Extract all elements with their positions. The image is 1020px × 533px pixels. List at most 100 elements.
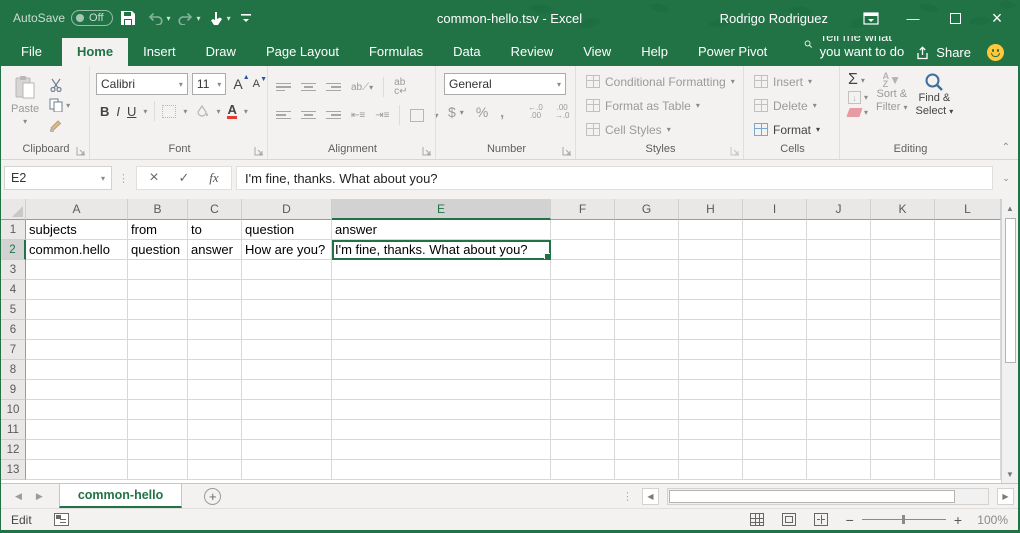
cell-C5[interactable] [188,300,242,320]
cell-J5[interactable] [807,300,871,320]
cell-A1[interactable]: subjects [26,220,128,240]
cell-L11[interactable] [935,420,1001,440]
cell-D6[interactable] [242,320,332,340]
cell-E5[interactable] [332,300,551,320]
font-size-combo[interactable]: 11 ▾ [192,73,226,95]
cell-C4[interactable] [188,280,242,300]
cell-I5[interactable] [743,300,807,320]
cell-K10[interactable] [871,400,935,420]
column-header-E[interactable]: E [332,199,551,220]
column-header-D[interactable]: D [242,199,332,220]
row-header-5[interactable]: 5 [1,300,26,320]
cell-I6[interactable] [743,320,807,340]
row-header-11[interactable]: 11 [1,420,26,440]
cell-F3[interactable] [551,260,615,280]
cell-I2[interactable] [743,240,807,260]
cell-L9[interactable] [935,380,1001,400]
copy-button[interactable]: ▾ [49,97,70,113]
cell-H4[interactable] [679,280,743,300]
cell-J13[interactable] [807,460,871,480]
accounting-format-button[interactable]: $ [448,104,456,120]
cell-E13[interactable] [332,460,551,480]
row-header-2[interactable]: 2 [1,240,26,260]
cell-G5[interactable] [615,300,679,320]
cell-A2[interactable]: common.hello [26,240,128,260]
cell-A12[interactable] [26,440,128,460]
paste-dropdown[interactable]: ▾ [23,117,27,126]
cell-J10[interactable] [807,400,871,420]
column-header-G[interactable]: G [615,199,679,220]
cell-H6[interactable] [679,320,743,340]
cell-K12[interactable] [871,440,935,460]
column-header-K[interactable]: K [871,199,935,220]
account-user-name[interactable]: Rodrigo Rodriguez [720,11,828,26]
row-header-7[interactable]: 7 [1,340,26,360]
page-layout-view-button[interactable] [782,513,796,526]
decrease-indent-button[interactable]: ⇤≡ [351,111,365,120]
cell-E7[interactable] [332,340,551,360]
redo-button[interactable] [173,5,199,31]
tab-formulas[interactable]: Formulas [354,38,438,66]
increase-indent-button[interactable]: ⇥≡ [375,111,389,120]
middle-align-button[interactable] [301,83,316,92]
font-dialog-launcher[interactable] [254,146,264,156]
cell-L5[interactable] [935,300,1001,320]
cell-L2[interactable] [935,240,1001,260]
cell-L3[interactable] [935,260,1001,280]
cell-B5[interactable] [128,300,188,320]
column-header-I[interactable]: I [743,199,807,220]
vertical-scrollbar[interactable]: ▲ ▼ [1001,199,1018,483]
cell-C11[interactable] [188,420,242,440]
tab-draw[interactable]: Draw [191,38,251,66]
name-box-dropdown[interactable]: ▾ [101,174,105,183]
column-header-F[interactable]: F [551,199,615,220]
cell-H3[interactable] [679,260,743,280]
styles-dialog-launcher[interactable] [730,146,740,156]
cell-E10[interactable] [332,400,551,420]
increase-font-size-button[interactable]: A▲ [230,76,245,92]
cell-J3[interactable] [807,260,871,280]
cell-D4[interactable] [242,280,332,300]
format-as-table-button[interactable]: Format as Table▾ [586,95,735,116]
cell-K9[interactable] [871,380,935,400]
cell-L12[interactable] [935,440,1001,460]
cell-J11[interactable] [807,420,871,440]
cell-H5[interactable] [679,300,743,320]
cell-F2[interactable] [551,240,615,260]
number-format-combo[interactable]: General ▾ [444,73,566,95]
cell-G3[interactable] [615,260,679,280]
cell-I3[interactable] [743,260,807,280]
tab-insert[interactable]: Insert [128,38,191,66]
cell-D13[interactable] [242,460,332,480]
cell-D10[interactable] [242,400,332,420]
column-header-L[interactable]: L [935,199,1001,220]
tab-page-layout[interactable]: Page Layout [251,38,354,66]
undo-button[interactable] [143,5,169,31]
cell-D7[interactable] [242,340,332,360]
formula-bar-resize-handle[interactable]: ⋮ [116,172,132,185]
cell-B9[interactable] [128,380,188,400]
tab-review[interactable]: Review [496,38,569,66]
font-color-dropdown[interactable]: ▾ [244,107,248,116]
cell-F9[interactable] [551,380,615,400]
cell-D3[interactable] [242,260,332,280]
cell-K8[interactable] [871,360,935,380]
customize-qat-button[interactable] [233,5,259,31]
cell-K5[interactable] [871,300,935,320]
cell-A6[interactable] [26,320,128,340]
cell-B1[interactable]: from [128,220,188,240]
cell-C13[interactable] [188,460,242,480]
increase-decimal-button[interactable]: ←.0.00 [528,104,543,120]
cell-E3[interactable] [332,260,551,280]
cell-G4[interactable] [615,280,679,300]
cell-I12[interactable] [743,440,807,460]
row-header-4[interactable]: 4 [1,280,26,300]
underline-button[interactable]: U [127,104,136,119]
cell-D5[interactable] [242,300,332,320]
cell-J9[interactable] [807,380,871,400]
cut-button[interactable] [49,77,70,93]
font-color-button[interactable]: A [227,103,236,119]
cell-C7[interactable] [188,340,242,360]
borders-dropdown[interactable]: ▾ [183,107,187,116]
cell-C12[interactable] [188,440,242,460]
